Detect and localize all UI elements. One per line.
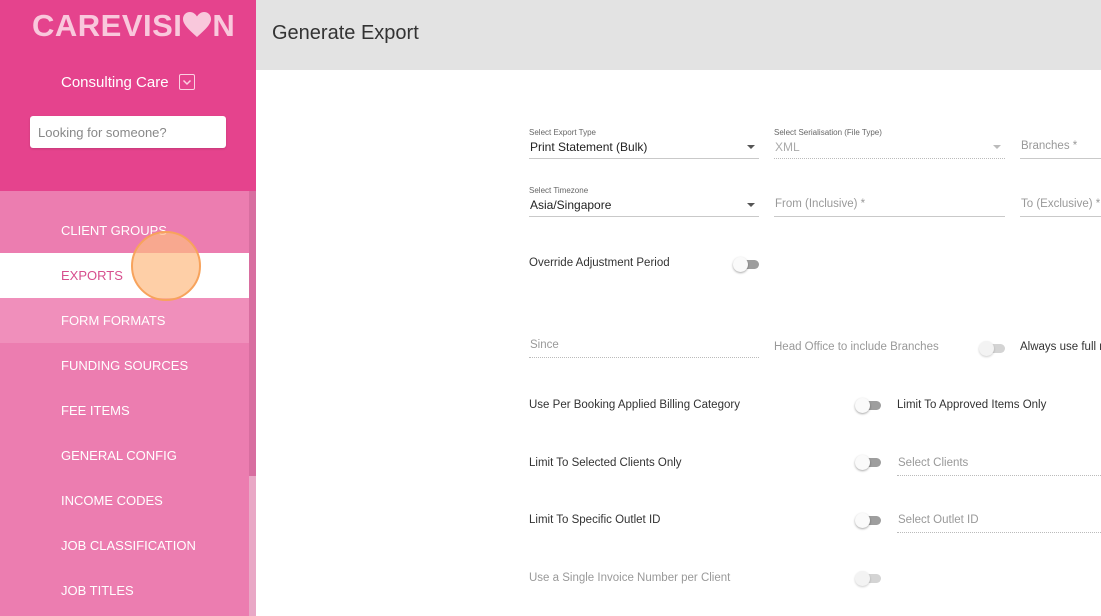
override-adjustment-toggle[interactable]: [733, 257, 761, 272]
heart-icon: [183, 12, 212, 37]
page-title: Generate Export: [272, 22, 419, 44]
account-switcher[interactable]: Consulting Care: [61, 72, 195, 92]
sidebar: CAREVISIN Consulting Care CLIENT GROUPS …: [0, 0, 256, 616]
search-input[interactable]: [30, 116, 226, 148]
since-field[interactable]: Since: [529, 330, 759, 358]
account-name: Consulting Care: [61, 73, 169, 91]
sidebar-scrollbar-thumb[interactable]: [249, 191, 256, 476]
sidebar-item-funding-sources[interactable]: FUNDING SOURCES: [0, 343, 249, 388]
specific-outlet-toggle[interactable]: [855, 513, 883, 528]
serialisation-select[interactable]: Select Serialisation (File Type) XML: [774, 128, 1005, 159]
select-outlet-field[interactable]: Select Outlet ID: [897, 505, 1101, 533]
to-date-placeholder: To (Exclusive) *: [1021, 198, 1101, 210]
override-adjustment-label: Override Adjustment Period: [529, 257, 670, 269]
since-placeholder: Since: [530, 339, 559, 351]
serialisation-value: XML: [775, 140, 800, 154]
head-office-toggle[interactable]: [979, 341, 1007, 356]
sidebar-item-general-config[interactable]: GENERAL CONFIG: [0, 433, 249, 478]
caret-down-icon: [747, 203, 755, 207]
sidebar-header: CAREVISI N Consulting Care: [0, 0, 256, 191]
export-type-select[interactable]: Select Export Type Print Statement (Bulk…: [529, 128, 759, 159]
select-clients-field[interactable]: Select Clients: [897, 448, 1101, 476]
selected-clients-toggle[interactable]: [855, 455, 883, 470]
sidebar-nav: CLIENT GROUPS EXPORTS FORM FORMATS FUNDI…: [0, 208, 249, 613]
chevron-down-icon[interactable]: [178, 74, 195, 90]
serialisation-label: Select Serialisation (File Type): [774, 128, 882, 137]
select-clients-placeholder: Select Clients: [898, 457, 969, 469]
branches-placeholder: Branches *: [1021, 140, 1078, 152]
always-use-full-label: Always use full r: [1020, 341, 1101, 353]
single-invoice-label: Use a Single Invoice Number per Client: [529, 572, 731, 584]
sidebar-item-exports[interactable]: EXPORTS: [0, 253, 249, 298]
selected-clients-label: Limit To Selected Clients Only: [529, 457, 682, 469]
timezone-select[interactable]: Select Timezone Asia/Singapore: [529, 186, 759, 217]
sidebar-item-client-groups[interactable]: CLIENT GROUPS: [0, 208, 249, 253]
single-invoice-toggle[interactable]: [855, 571, 883, 586]
per-booking-toggle[interactable]: [855, 398, 883, 413]
page-header: Generate Export: [256, 0, 1101, 70]
sidebar-item-job-classification[interactable]: JOB CLASSIFICATION: [0, 523, 249, 568]
timezone-label: Select Timezone: [529, 186, 589, 195]
sidebar-item-job-titles[interactable]: JOB TITLES: [0, 568, 249, 613]
per-booking-label: Use Per Booking Applied Billing Category: [529, 399, 740, 411]
from-date-field[interactable]: From (Inclusive) *: [774, 186, 1005, 217]
export-type-label: Select Export Type: [529, 128, 596, 137]
to-date-field[interactable]: To (Exclusive) *: [1020, 186, 1101, 217]
caret-down-icon: [747, 145, 755, 149]
caret-down-icon: [993, 145, 1001, 149]
export-type-value: Print Statement (Bulk): [530, 140, 648, 154]
click-indicator: [131, 231, 201, 301]
brand-logo: CAREVISI N: [32, 8, 236, 43]
sidebar-item-income-codes[interactable]: INCOME CODES: [0, 478, 249, 523]
branches-field[interactable]: Branches *: [1020, 128, 1101, 159]
from-date-placeholder: From (Inclusive) *: [775, 198, 866, 210]
sidebar-item-form-formats[interactable]: FORM FORMATS: [0, 298, 249, 343]
sidebar-item-fee-items[interactable]: FEE ITEMS: [0, 388, 249, 433]
specific-outlet-label: Limit To Specific Outlet ID: [529, 514, 661, 526]
head-office-label: Head Office to include Branches: [774, 341, 939, 353]
select-outlet-placeholder: Select Outlet ID: [898, 514, 979, 526]
timezone-value: Asia/Singapore: [530, 198, 612, 212]
approved-only-label: Limit To Approved Items Only: [897, 399, 1047, 411]
